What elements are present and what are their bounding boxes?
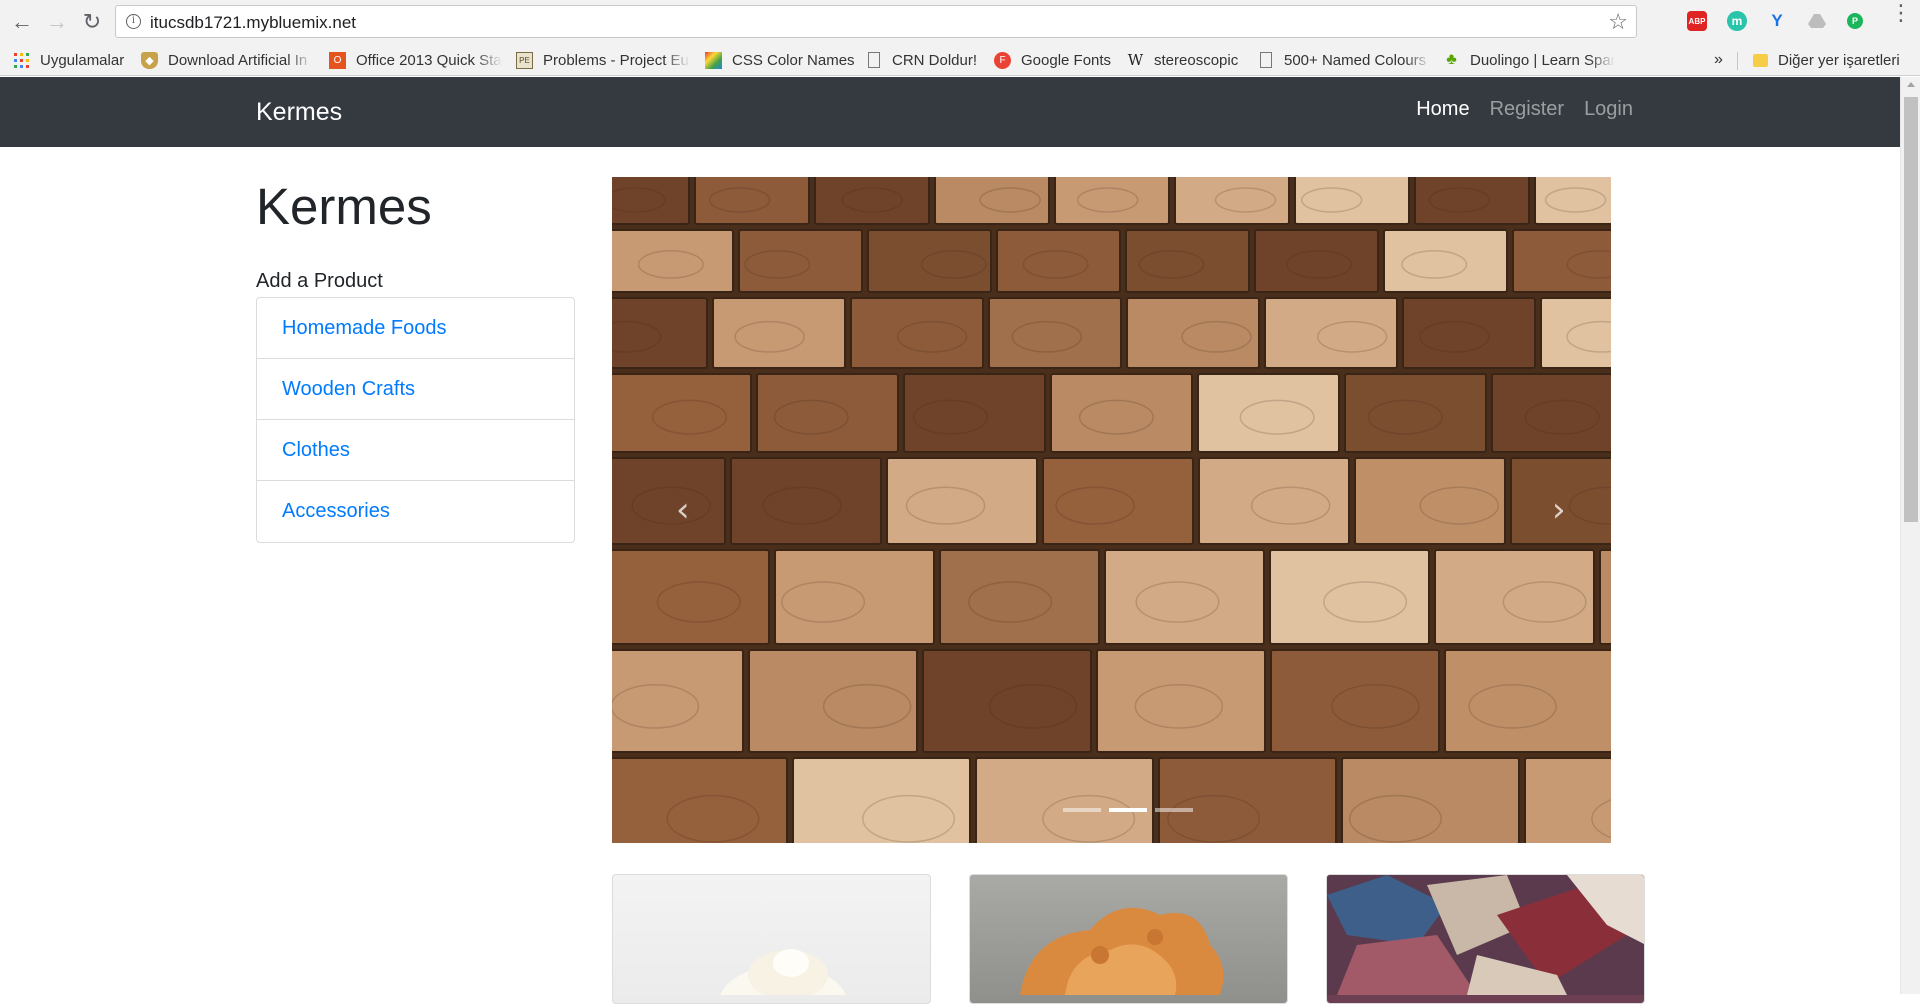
bookmark-label: 500+ Named Colours: [1284, 51, 1427, 69]
nav-home-link[interactable]: Home: [1416, 98, 1469, 121]
navbar-brand[interactable]: Kermes: [256, 98, 342, 127]
image-carousel[interactable]: [612, 177, 1611, 843]
browser-menu-icon[interactable]: ⋮: [1890, 2, 1912, 24]
clothes-pile-image: [1327, 875, 1644, 995]
bookmark-item[interactable]: W stereoscopic: [1127, 49, 1241, 71]
bookmark-item[interactable]: CSS Color Names: [705, 49, 855, 71]
wikipedia-icon: W: [1127, 51, 1144, 69]
nav-login-link[interactable]: Login: [1584, 98, 1633, 121]
bookmark-label: Google Fonts: [1021, 51, 1112, 69]
scroll-thumb[interactable]: [1904, 97, 1918, 522]
category-homemade-foods[interactable]: Homemade Foods: [257, 298, 574, 359]
carousel-indicator-active[interactable]: [1109, 808, 1147, 812]
bookmark-item[interactable]: ◆ Download Artificial In: [141, 49, 313, 71]
bookmark-item[interactable]: O Office 2013 Quick Sta: [329, 49, 502, 71]
bookmark-label: Uygulamalar: [40, 51, 125, 69]
card-wooden-crafts[interactable]: [969, 874, 1288, 1004]
other-bookmarks-folder[interactable]: Diğer yer işaretleri: [1753, 49, 1903, 71]
browser-toolbar: ← → ↻ i itucsdb1721.mybluemix.net ☆ ABP …: [0, 0, 1920, 43]
url-text[interactable]: itucsdb1721.mybluemix.net: [150, 13, 356, 33]
card-homemade-foods[interactable]: [612, 874, 931, 1004]
scroll-up-arrow-icon[interactable]: [1907, 82, 1915, 87]
other-bookmarks-label: Diğer yer işaretleri: [1778, 51, 1900, 69]
site-info-icon[interactable]: i: [126, 14, 141, 29]
apps-grid-icon: [13, 52, 30, 69]
browser-chrome: ← → ↻ i itucsdb1721.mybluemix.net ☆ ABP …: [0, 0, 1920, 76]
office-icon: O: [329, 51, 346, 69]
page-scrollbar[interactable]: [1900, 77, 1920, 994]
page-title: Kermes: [256, 178, 432, 235]
bookmark-label: Problems - Project Eu: [543, 51, 689, 69]
bookmark-item[interactable]: 500+ Named Colours: [1260, 49, 1431, 71]
carousel-next-icon[interactable]: ›: [1552, 490, 1566, 530]
bookmark-label: stereoscopic: [1154, 51, 1239, 69]
carousel-prev-icon[interactable]: ‹: [676, 490, 690, 530]
category-wooden-crafts[interactable]: Wooden Crafts: [257, 359, 574, 420]
nav-register-link[interactable]: Register: [1490, 98, 1564, 121]
bookmark-star-icon[interactable]: ☆: [1608, 9, 1628, 35]
adblock-extension-icon[interactable]: ABP: [1687, 11, 1707, 31]
add-product-heading: Add a Product: [256, 270, 383, 292]
back-button[interactable]: ←: [9, 9, 35, 35]
p-extension-icon[interactable]: P: [1847, 13, 1863, 29]
color-icon: [705, 51, 722, 69]
category-clothes[interactable]: Clothes: [257, 420, 574, 481]
drive-extension-icon[interactable]: [1807, 11, 1827, 31]
bookmark-label: Office 2013 Quick Sta: [356, 51, 502, 69]
more-bookmarks-button[interactable]: »: [1714, 51, 1723, 69]
project-euler-icon: PE: [516, 51, 533, 69]
card-clothes[interactable]: [1326, 874, 1645, 1004]
navbar-links: Home Register Login: [1416, 98, 1633, 121]
folder-icon: [1753, 53, 1768, 67]
bookmarks-bar: Uygulamalar ◆ Download Artificial In O O…: [0, 43, 1920, 76]
bookmark-item[interactable]: F Google Fonts: [994, 49, 1114, 71]
duolingo-icon: ♣: [1446, 51, 1457, 68]
carousel-indicator[interactable]: [1063, 808, 1101, 812]
category-list: Homemade Foods Wooden Crafts Clothes Acc…: [256, 297, 575, 543]
page-icon: [1260, 52, 1272, 68]
bookmark-separator: [1737, 52, 1738, 70]
bookmark-item[interactable]: CRN Doldur!: [868, 49, 983, 71]
cupcake-image: [718, 949, 848, 1003]
bookmark-item[interactable]: ♣ Duolingo | Learn Spar: [1443, 49, 1615, 71]
bookmark-label: CRN Doldur!: [892, 51, 978, 69]
forward-button[interactable]: →: [44, 9, 70, 35]
bookmark-label: CSS Color Names: [732, 51, 855, 69]
site-navbar: Kermes Home Register Login: [0, 77, 1900, 147]
wooden-toy-image: [1020, 907, 1224, 995]
category-accessories[interactable]: Accessories: [257, 481, 574, 542]
mercury-extension-icon[interactable]: m: [1727, 11, 1747, 31]
address-bar[interactable]: i itucsdb1721.mybluemix.net ☆: [115, 5, 1637, 38]
bookmark-apps[interactable]: Uygulamalar: [13, 49, 131, 71]
shield-icon: ◆: [141, 51, 158, 69]
reload-button[interactable]: ↻: [79, 9, 105, 35]
page-icon: [868, 52, 880, 68]
carousel-slide-wooden-blocks: [612, 177, 1611, 843]
carousel-indicators: [1063, 808, 1193, 812]
carousel-indicator[interactable]: [1155, 808, 1193, 812]
bookmark-label: Duolingo | Learn Spar: [1470, 51, 1615, 69]
bookmark-item[interactable]: PE Problems - Project Eu: [516, 49, 690, 71]
google-fonts-icon: F: [994, 51, 1011, 69]
bookmark-label: Download Artificial In: [168, 51, 308, 69]
y-extension-icon[interactable]: Y: [1767, 11, 1787, 31]
